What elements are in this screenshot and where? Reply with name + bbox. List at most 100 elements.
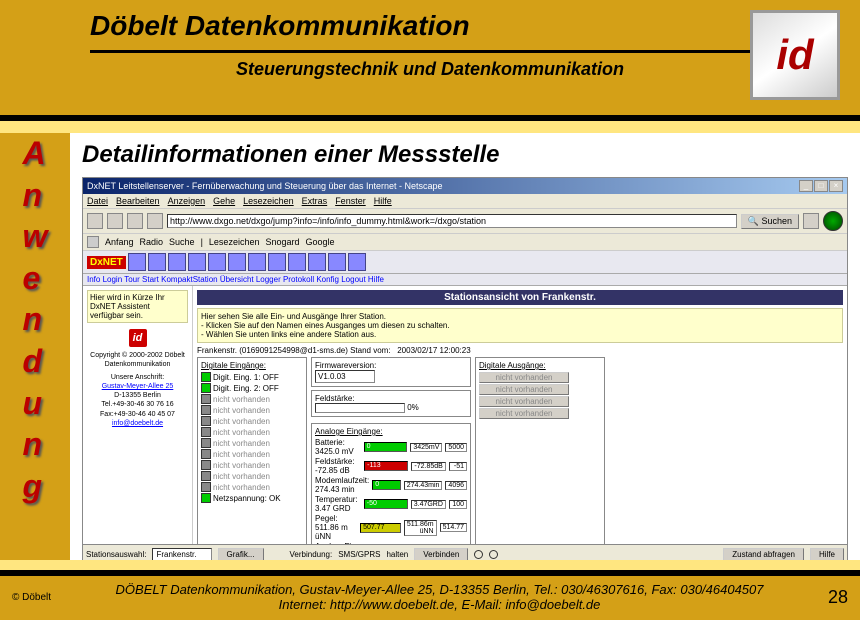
radio-option[interactable] xyxy=(489,550,498,559)
tb-snogard[interactable]: Snogard xyxy=(265,237,299,247)
browser-window: DxNET Leitstellenserver - Fernüberwachun… xyxy=(82,177,848,577)
page-title: Detailinformationen einer Messstelle xyxy=(82,141,848,169)
verbindung-label: Verbindung: xyxy=(290,550,333,559)
digital-in-row: nicht vorhanden xyxy=(201,438,303,448)
tb-bookmarks[interactable]: Lesezeichen xyxy=(209,237,260,247)
menu-view[interactable]: Anzeigen xyxy=(168,196,206,206)
maximize-button[interactable]: □ xyxy=(814,180,828,192)
digital-in-row: nicht vorhanden xyxy=(201,416,303,426)
tb-search[interactable]: Suche xyxy=(169,237,195,247)
home-icon[interactable] xyxy=(87,236,99,248)
addr-link[interactable]: Gustav-Meyer-Allee 25 xyxy=(102,383,174,390)
menu-window[interactable]: Fenster xyxy=(335,196,366,206)
digital-outputs-panel: Digitale Ausgänge: nicht vorhandennicht … xyxy=(475,357,605,544)
analog-limit: -51 xyxy=(449,462,467,471)
digital-in-row: nicht vorhanden xyxy=(201,460,303,470)
led-icon xyxy=(201,405,211,415)
analog-bar: 507.77 xyxy=(360,523,401,533)
app-icon[interactable] xyxy=(248,253,266,271)
app-icon[interactable] xyxy=(328,253,346,271)
menu-extras[interactable]: Extras xyxy=(302,196,328,206)
menu-go[interactable]: Gehe xyxy=(213,196,235,206)
digital-in-row: nicht vorhanden xyxy=(201,471,303,481)
close-button[interactable]: × xyxy=(829,180,843,192)
addr-email[interactable]: info@doebelt.de xyxy=(112,420,163,427)
search-button[interactable]: 🔍 Suchen xyxy=(741,214,799,229)
divider xyxy=(90,50,770,53)
forward-button[interactable] xyxy=(107,213,123,229)
stop-button[interactable] xyxy=(147,213,163,229)
station-select-label: Stationsauswahl: xyxy=(86,550,146,559)
print-button[interactable] xyxy=(803,213,819,229)
led-icon xyxy=(201,493,211,503)
io-label: nicht vorhanden xyxy=(213,439,270,448)
browser-toolbar: Anfang Radio Suche | Lesezeichen Snogard… xyxy=(83,234,847,251)
tb-radio[interactable]: Radio xyxy=(140,237,164,247)
tb-google[interactable]: Google xyxy=(306,237,335,247)
menu-file[interactable]: Datei xyxy=(87,196,108,206)
sidebar-label: An we nd un g xyxy=(23,133,48,507)
app-icon[interactable] xyxy=(348,253,366,271)
menu-bookmarks[interactable]: Lesezeichen xyxy=(243,196,294,206)
app-icon[interactable] xyxy=(148,253,166,271)
analog-limit: 514.77 xyxy=(440,523,467,532)
menu-edit[interactable]: Bearbeiten xyxy=(116,196,160,206)
footer-copyright: © Döbelt xyxy=(12,592,51,603)
analog-label: Pegel: 511.86 m üNN xyxy=(315,514,357,541)
app-icon[interactable] xyxy=(268,253,286,271)
app-menu[interactable]: Info Login Tour Start KompaktStation Übe… xyxy=(83,274,847,286)
digital-in-row: Digit. Eing. 2: OFF xyxy=(201,383,303,393)
menu-help[interactable]: Hilfe xyxy=(374,196,392,206)
analog-bar: -113 xyxy=(364,461,408,471)
digital-in-row: nicht vorhanden xyxy=(201,405,303,415)
browser-titlebar: DxNET Leitstellenserver - Fernüberwachun… xyxy=(83,178,847,194)
url-input[interactable]: http://www.dxgo.net/dxgo/jump?info=/info… xyxy=(167,214,737,228)
side-logo: id xyxy=(87,329,188,347)
digital-in-row: nicht vorhanden xyxy=(201,427,303,437)
app-icon[interactable] xyxy=(208,253,226,271)
digital-in-row: Netzspannung: OK xyxy=(201,493,303,503)
io-label: nicht vorhanden xyxy=(213,472,270,481)
digital-out-button[interactable]: nicht vorhanden xyxy=(479,408,569,419)
reload-button[interactable] xyxy=(127,213,143,229)
anschrift-label: Unsere Anschrift: xyxy=(87,373,188,382)
analog-label: Batterie: 3425.0 mV xyxy=(315,438,361,456)
dxnet-badge: DxNET xyxy=(87,256,126,269)
back-button[interactable] xyxy=(87,213,103,229)
fs-progress xyxy=(315,403,405,413)
digital-in-row: nicht vorhanden xyxy=(201,449,303,459)
app-icon[interactable] xyxy=(128,253,146,271)
app-icon[interactable] xyxy=(188,253,206,271)
slide-header: Döbelt Datenkommunikation Steuerungstech… xyxy=(0,0,860,115)
app-icon[interactable] xyxy=(308,253,326,271)
analog-label: Modemlaufzeit: 274.43 min xyxy=(315,476,369,494)
sms-label: SMS/GPRS xyxy=(338,550,380,559)
page-number: 28 xyxy=(828,587,848,608)
company-title: Döbelt Datenkommunikation xyxy=(90,10,770,42)
assistant-notice: Hier wird in Kürze Ihr DxNET Assistent v… xyxy=(87,290,188,323)
digital-out-button[interactable]: nicht vorhanden xyxy=(479,372,569,383)
slide-sidebar: An we nd un g xyxy=(0,133,70,573)
digital-out-button[interactable]: nicht vorhanden xyxy=(479,396,569,407)
io-label: nicht vorhanden xyxy=(213,395,270,404)
minimize-button[interactable]: _ xyxy=(799,180,813,192)
digital-out-button[interactable]: nicht vorhanden xyxy=(479,384,569,395)
io-label: nicht vorhanden xyxy=(213,450,270,459)
analog-bar: 0 xyxy=(372,480,400,490)
app-icon[interactable] xyxy=(228,253,246,271)
panel-title: Digitale Ausgänge: xyxy=(479,361,601,370)
led-icon xyxy=(201,383,211,393)
window-title: DxNET Leitstellenserver - Fernüberwachun… xyxy=(87,181,443,191)
radio-option[interactable] xyxy=(474,550,483,559)
io-label: nicht vorhanden xyxy=(213,461,270,470)
analog-row: Batterie: 3425.0 mV03425mV5000 xyxy=(315,438,467,456)
tb-home[interactable]: Anfang xyxy=(105,237,134,247)
io-label: nicht vorhanden xyxy=(213,428,270,437)
analog-row: Feldstärke: -72.85 dB-113-72.85dB-51 xyxy=(315,457,467,475)
netscape-logo-icon xyxy=(823,211,843,231)
led-icon xyxy=(201,416,211,426)
app-icon[interactable] xyxy=(168,253,186,271)
addr-city: D-13355 Berlin xyxy=(114,392,161,399)
app-icon[interactable] xyxy=(288,253,306,271)
addr-fax: Fax:+49-30-46 40 45 07 xyxy=(100,411,175,418)
